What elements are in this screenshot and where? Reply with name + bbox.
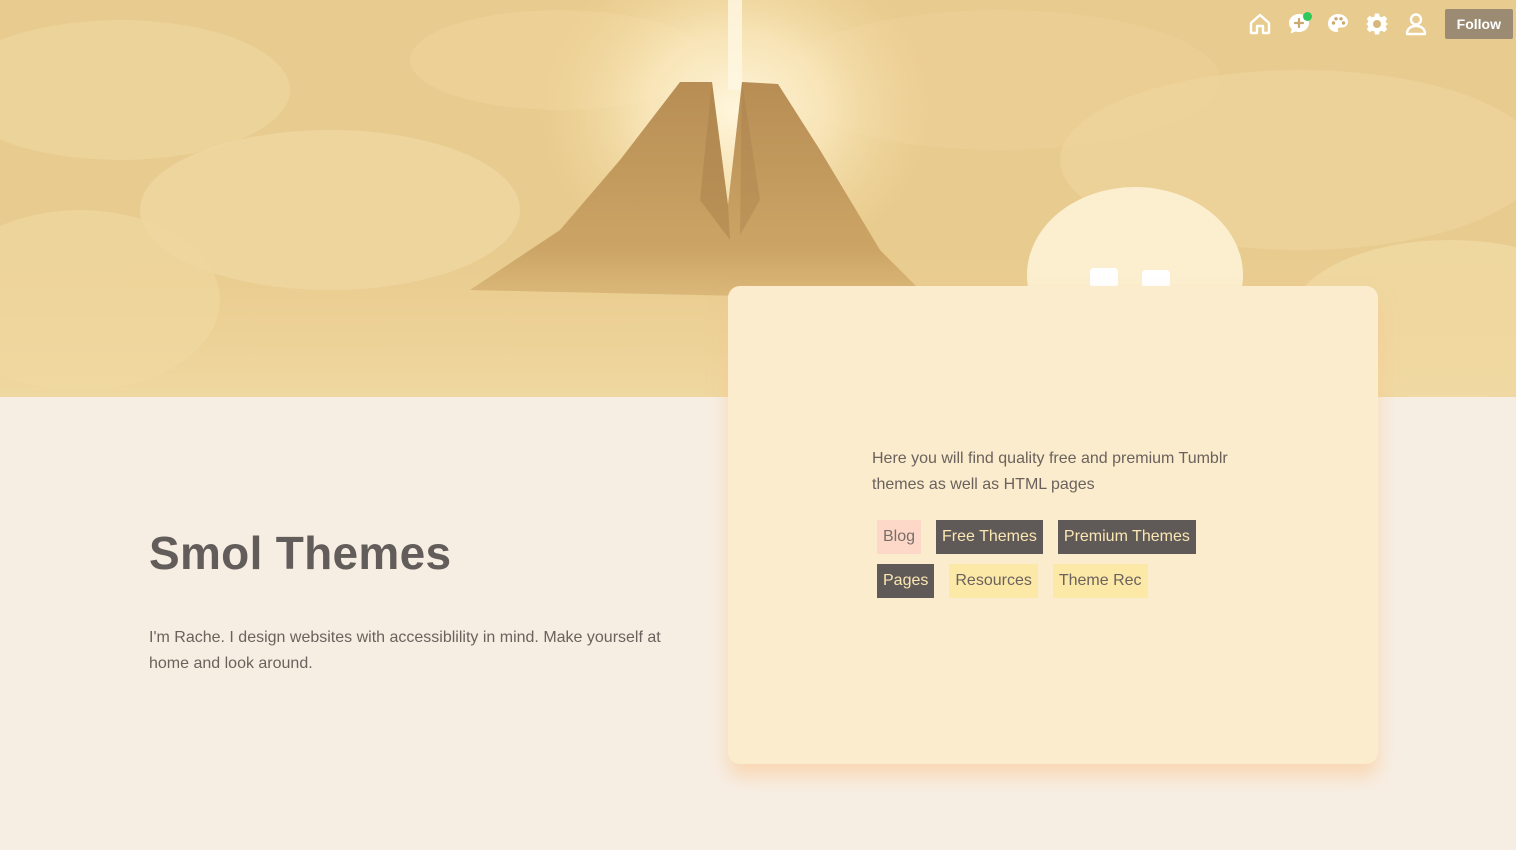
link-theme-rec[interactable]: Theme Rec xyxy=(1052,564,1148,598)
account-button[interactable] xyxy=(1397,9,1436,39)
nav-links-row: Pages Resources Theme Rec xyxy=(877,564,1237,598)
top-toolbar: Follow xyxy=(1241,9,1513,39)
palette-icon xyxy=(1328,14,1349,32)
user-icon xyxy=(1405,13,1427,36)
link-pages[interactable]: Pages xyxy=(877,564,935,598)
link-premium-themes[interactable]: Premium Themes xyxy=(1057,520,1196,554)
site-description: I'm Rache. I design websites with access… xyxy=(149,629,661,672)
nav-links-row: Blog Free Themes Premium Themes xyxy=(877,520,1237,554)
link-free-themes[interactable]: Free Themes xyxy=(936,520,1043,554)
home-icon xyxy=(1249,13,1271,35)
link-resources[interactable]: Resources xyxy=(949,564,1038,598)
nav-links: Blog Free Themes Premium Themes Pages Re… xyxy=(877,520,1237,608)
home-button[interactable] xyxy=(1241,9,1280,39)
info-card: Here you will find quality free and prem… xyxy=(728,286,1378,764)
follow-button[interactable]: Follow xyxy=(1444,9,1513,39)
notification-dot xyxy=(1302,12,1312,21)
link-blog[interactable]: Blog xyxy=(877,520,922,554)
site-title: Smol Themes xyxy=(149,527,452,579)
card-description: Here you will find quality free and prem… xyxy=(872,450,1228,493)
settings-button[interactable] xyxy=(1358,9,1397,39)
intro-section: Smol Themes I'm Rache. I design websites… xyxy=(149,525,669,677)
palette-button[interactable] xyxy=(1319,9,1358,39)
new-post-button[interactable] xyxy=(1280,9,1319,39)
gear-icon xyxy=(1365,13,1390,35)
